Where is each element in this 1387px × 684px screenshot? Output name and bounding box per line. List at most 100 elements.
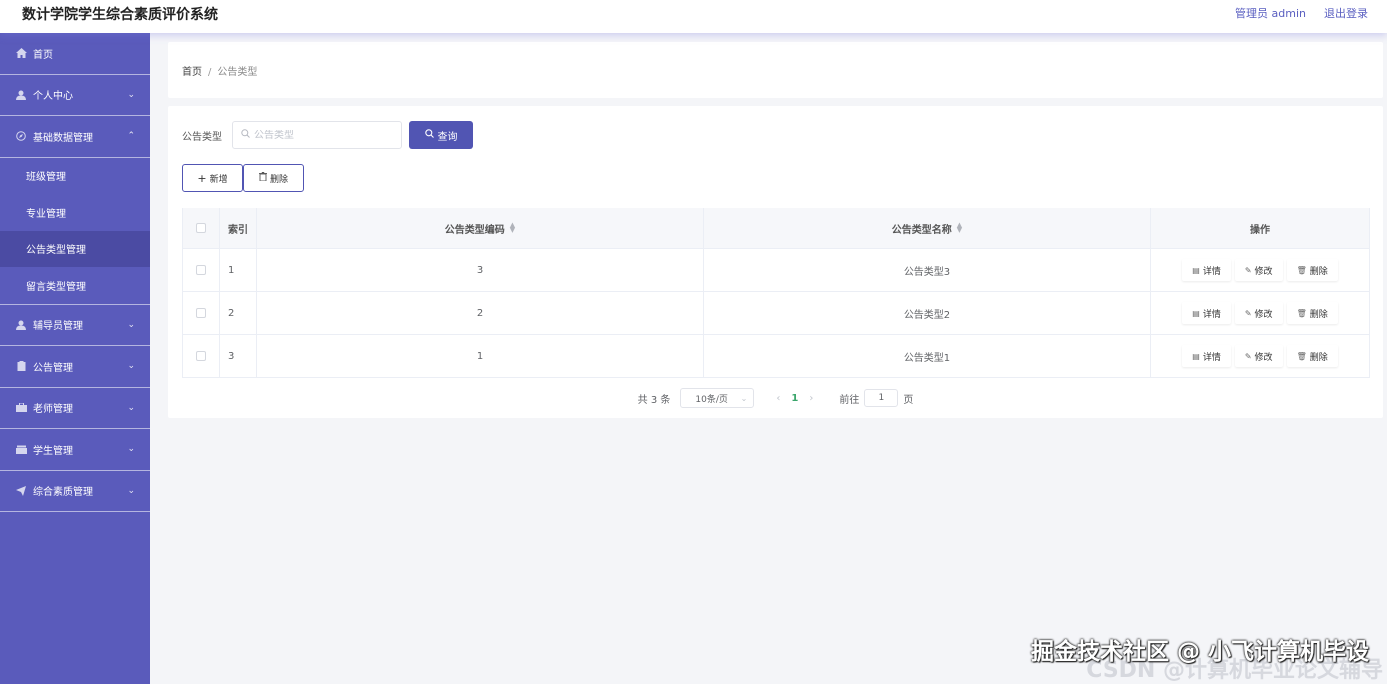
sidebar-item-notice[interactable]: 公告管理 ⌄	[0, 346, 150, 388]
row-code: 2	[257, 292, 704, 334]
header-index: 索引	[220, 208, 257, 248]
add-button[interactable]: + 新增	[182, 164, 243, 192]
chevron-down-icon: ⌄	[127, 89, 135, 100]
header-name-cell[interactable]: 公告类型名称 ▲ ▼	[704, 208, 1151, 248]
edit-label: 修改	[1254, 266, 1273, 277]
table-row: 3 1 公告类型1 ▤ 详情 ✎ 修改 🗑 删除	[183, 335, 1369, 378]
add-button-label: 新增	[209, 174, 228, 185]
admin-user-link[interactable]: 管理员 admin	[1235, 5, 1306, 21]
search-input[interactable]	[254, 129, 394, 141]
search-field[interactable]	[232, 121, 402, 149]
edit-button[interactable]: ✎ 修改	[1234, 345, 1283, 367]
pagination: 共 3 条 10条/页 ⌄ ‹ 1 › 前往 1 页	[168, 388, 1383, 408]
breadcrumb-home[interactable]: 首页	[182, 67, 202, 78]
delete-label: 删除	[1309, 266, 1328, 277]
header-links: 管理员 admin 退出登录	[1235, 5, 1368, 21]
batch-delete-button[interactable]: 删除	[243, 164, 304, 192]
sidebar-item-home[interactable]: 首页	[0, 33, 150, 75]
row-code: 1	[257, 335, 704, 377]
breadcrumb: 首页 / 公告类型	[182, 63, 257, 78]
clipboard-icon	[15, 360, 27, 372]
page-size-select[interactable]: 10条/页 ⌄	[680, 388, 755, 408]
select-all-checkbox[interactable]	[196, 223, 206, 233]
edit-button[interactable]: ✎ 修改	[1234, 302, 1283, 324]
breadcrumb-current: 公告类型	[217, 67, 258, 78]
row-index: 3	[220, 335, 257, 377]
edit-button[interactable]: ✎ 修改	[1234, 259, 1283, 281]
table-row: 1 3 公告类型3 ▤ 详情 ✎ 修改 🗑 删除	[183, 249, 1369, 292]
sidebar-item-student[interactable]: 学生管理 ⌄	[0, 429, 150, 471]
detail-label: 详情	[1202, 309, 1221, 320]
trash-icon	[258, 172, 267, 184]
delete-button[interactable]: 🗑 删除	[1286, 302, 1338, 324]
pencil-icon: ✎	[1244, 308, 1252, 318]
edit-label: 修改	[1254, 309, 1273, 320]
row-name: 公告类型1	[704, 335, 1151, 377]
sidebar-subitem-class[interactable]: 班级管理	[0, 158, 150, 195]
row-operations: ▤ 详情 ✎ 修改 🗑 删除	[1151, 292, 1369, 334]
delete-label: 删除	[1309, 352, 1328, 363]
query-button[interactable]: 查询	[409, 121, 473, 149]
compass-icon	[15, 130, 27, 142]
header-code-cell[interactable]: 公告类型编码 ▲ ▼	[257, 208, 704, 248]
sort-icon[interactable]: ▲ ▼	[957, 222, 962, 234]
sidebar-subitem-message-type[interactable]: 留言类型管理	[0, 267, 150, 304]
sidebar-item-quality[interactable]: 综合素质管理 ⌄	[0, 471, 150, 512]
delete-button[interactable]: 🗑 删除	[1286, 345, 1338, 367]
detail-button[interactable]: ▤ 详情	[1182, 345, 1231, 367]
sidebar-item-profile[interactable]: 个人中心 ⌄	[0, 75, 150, 116]
user-icon	[15, 319, 27, 331]
sort-icon[interactable]: ▲ ▼	[510, 222, 515, 234]
chevron-down-icon: ⌄	[127, 444, 135, 455]
detail-button[interactable]: ▤ 详情	[1182, 259, 1231, 281]
trash-icon: 🗑	[1296, 265, 1307, 275]
sidebar-item-label: 学生管理	[33, 445, 73, 457]
trash-icon: 🗑	[1296, 351, 1307, 361]
sidebar-item-basic-data[interactable]: 基础数据管理 ⌃	[0, 116, 150, 158]
row-checkbox[interactable]	[196, 308, 206, 318]
notice-type-table: 索引 公告类型编码 ▲ ▼ 公告类型名称 ▲ ▼ 操作 1 3 公告类型3 ▤ 详情 …	[182, 208, 1370, 378]
search-icon	[241, 129, 250, 141]
app-title: 数计学院学生综合素质评价系统	[22, 7, 218, 23]
briefcase-icon	[15, 402, 27, 414]
sidebar-item-label: 综合素质管理	[33, 487, 93, 499]
logout-link[interactable]: 退出登录	[1324, 5, 1368, 21]
query-button-label: 查询	[437, 131, 458, 143]
sidebar-submenu-basic-data: 班级管理 专业管理 公告类型管理 留言类型管理	[0, 158, 150, 305]
breadcrumb-separator: /	[208, 67, 212, 78]
watermark: 掘金技术社区 @ 小飞计算机毕设	[1030, 639, 1369, 665]
document-icon: ▤	[1192, 265, 1200, 275]
header-operations: 操作	[1250, 224, 1270, 236]
sidebar-subitem-notice-type[interactable]: 公告类型管理	[0, 230, 150, 267]
chevron-down-icon: ⌄	[127, 485, 135, 496]
goto-suffix: 页	[903, 394, 914, 406]
page-number-current[interactable]: 1	[791, 393, 798, 404]
detail-button[interactable]: ▤ 详情	[1182, 302, 1231, 324]
delete-label: 删除	[1309, 309, 1328, 320]
table-row: 2 2 公告类型2 ▤ 详情 ✎ 修改 🗑 删除	[183, 292, 1369, 335]
detail-label: 详情	[1202, 352, 1221, 363]
document-icon: ▤	[1192, 308, 1200, 318]
chevron-down-icon: ⌄	[740, 393, 748, 403]
sidebar-item-label: 老师管理	[33, 404, 73, 416]
sidebar-subitem-major[interactable]: 专业管理	[0, 194, 150, 231]
row-checkbox[interactable]	[196, 265, 206, 275]
sidebar: 首页 个人中心 ⌄ 基础数据管理 ⌃ 班级管理 专业管理 公告类型管理 留言类型…	[0, 33, 150, 684]
row-name: 公告类型3	[704, 249, 1151, 291]
pencil-icon: ✎	[1244, 351, 1252, 361]
sidebar-item-label: 辅导员管理	[33, 321, 83, 333]
search-icon	[424, 129, 434, 141]
pagination-total: 共 3 条	[637, 394, 671, 406]
next-page-icon[interactable]: ›	[809, 393, 813, 404]
sidebar-item-teacher[interactable]: 老师管理 ⌄	[0, 388, 150, 429]
prev-page-icon[interactable]: ‹	[776, 393, 780, 404]
delete-button[interactable]: 🗑 删除	[1286, 259, 1338, 281]
goto-prefix: 前往	[839, 394, 860, 406]
chevron-down-icon: ⌄	[127, 319, 135, 330]
home-icon	[15, 47, 27, 59]
row-checkbox[interactable]	[196, 351, 206, 361]
box-icon	[15, 443, 27, 455]
goto-page-input[interactable]: 1	[864, 389, 899, 407]
edit-label: 修改	[1254, 352, 1273, 363]
sidebar-item-counselor[interactable]: 辅导员管理 ⌄	[0, 305, 150, 346]
